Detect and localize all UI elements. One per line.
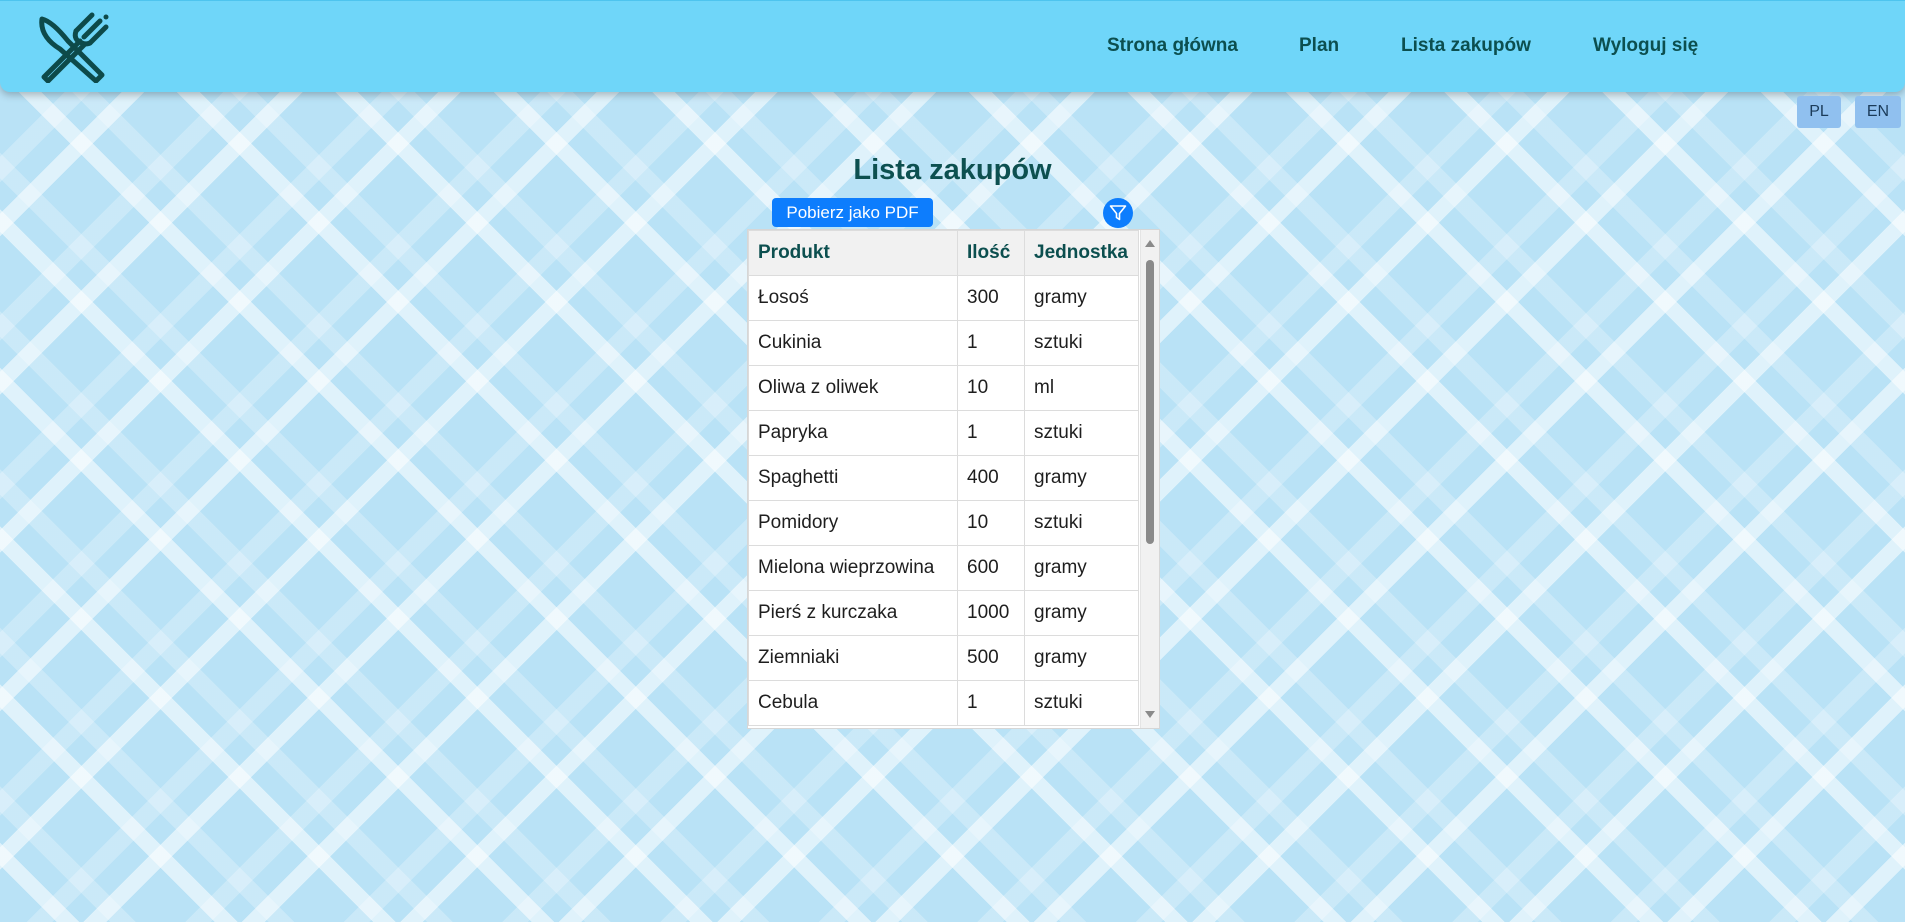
scroll-up-arrow-icon[interactable]	[1145, 240, 1155, 247]
cell-unit: sztuki	[1024, 320, 1139, 366]
table-row: Papryka 1 sztuki	[748, 410, 1139, 456]
column-header-unit[interactable]: Jednostka	[1024, 230, 1139, 276]
cell-product: Papryka	[748, 410, 958, 456]
nav-link-shopping-list[interactable]: Lista zakupów	[1401, 35, 1531, 57]
table-row: Łosoś 300 gramy	[748, 275, 1139, 321]
shopping-list-table: Produkt Ilość Jednostka Łosoś 300 gramy …	[748, 230, 1139, 726]
shopping-list-table-container[interactable]: Produkt Ilość Jednostka Łosoś 300 gramy …	[747, 229, 1160, 729]
cell-unit: gramy	[1024, 545, 1139, 591]
column-header-quantity[interactable]: Ilość	[957, 230, 1025, 276]
cell-quantity: 1000	[957, 590, 1025, 636]
cell-quantity: 1	[957, 410, 1025, 456]
table-row: Pomidory 10 sztuki	[748, 500, 1139, 546]
table-row: Mielona wieprzowina 600 gramy	[748, 545, 1139, 591]
table-header-row: Produkt Ilość Jednostka	[748, 230, 1139, 276]
cell-quantity: 500	[957, 635, 1025, 681]
table-row: Oliwa z oliwek 10 ml	[748, 365, 1139, 411]
page-title: Lista zakupów	[853, 154, 1052, 186]
cell-product: Mielona wieprzowina	[748, 545, 958, 591]
navbar: Strona główna Plan Lista zakupów Wyloguj…	[0, 0, 1905, 92]
nav-link-logout[interactable]: Wyloguj się	[1593, 35, 1698, 57]
cell-unit: gramy	[1024, 590, 1139, 636]
cell-product: Cukinia	[748, 320, 958, 366]
cell-product: Spaghetti	[748, 455, 958, 501]
cell-unit: gramy	[1024, 635, 1139, 681]
column-header-product[interactable]: Produkt	[748, 230, 958, 276]
table-body: Łosoś 300 gramy Cukinia 1 sztuki Oliwa z…	[748, 275, 1139, 726]
language-pl-button[interactable]: PL	[1797, 96, 1841, 128]
table-row: Cukinia 1 sztuki	[748, 320, 1139, 366]
cell-product: Cebula	[748, 680, 958, 726]
cell-unit: sztuki	[1024, 500, 1139, 546]
cell-quantity: 10	[957, 500, 1025, 546]
nav-link-plan[interactable]: Plan	[1299, 35, 1339, 57]
language-en-button[interactable]: EN	[1855, 96, 1901, 128]
cell-quantity: 300	[957, 275, 1025, 321]
cell-unit: gramy	[1024, 275, 1139, 321]
cell-quantity: 10	[957, 365, 1025, 411]
scrollbar-thumb[interactable]	[1146, 260, 1154, 544]
cell-product: Pomidory	[748, 500, 958, 546]
cell-product: Łosoś	[748, 275, 958, 321]
cell-unit: ml	[1024, 365, 1139, 411]
cell-quantity: 600	[957, 545, 1025, 591]
table-row: Pierś z kurczaka 1000 gramy	[748, 590, 1139, 636]
cell-quantity: 1	[957, 680, 1025, 726]
cell-unit: gramy	[1024, 455, 1139, 501]
table-row: Spaghetti 400 gramy	[748, 455, 1139, 501]
cell-unit: sztuki	[1024, 410, 1139, 456]
download-pdf-button[interactable]: Pobierz jako PDF	[772, 198, 933, 227]
cell-product: Pierś z kurczaka	[748, 590, 958, 636]
cell-product: Oliwa z oliwek	[748, 365, 958, 411]
filter-button[interactable]	[1103, 198, 1133, 228]
cell-quantity: 1	[957, 320, 1025, 366]
fork-knife-icon[interactable]	[36, 11, 110, 84]
scroll-down-arrow-icon[interactable]	[1145, 711, 1155, 718]
cell-quantity: 400	[957, 455, 1025, 501]
filter-icon	[1109, 205, 1127, 221]
nav-link-home[interactable]: Strona główna	[1107, 35, 1238, 57]
table-row: Cebula 1 sztuki	[748, 680, 1139, 726]
table-scrollbar[interactable]	[1140, 230, 1159, 728]
table-row: Ziemniaki 500 gramy	[748, 635, 1139, 681]
cell-unit: sztuki	[1024, 680, 1139, 726]
cell-product: Ziemniaki	[748, 635, 958, 681]
